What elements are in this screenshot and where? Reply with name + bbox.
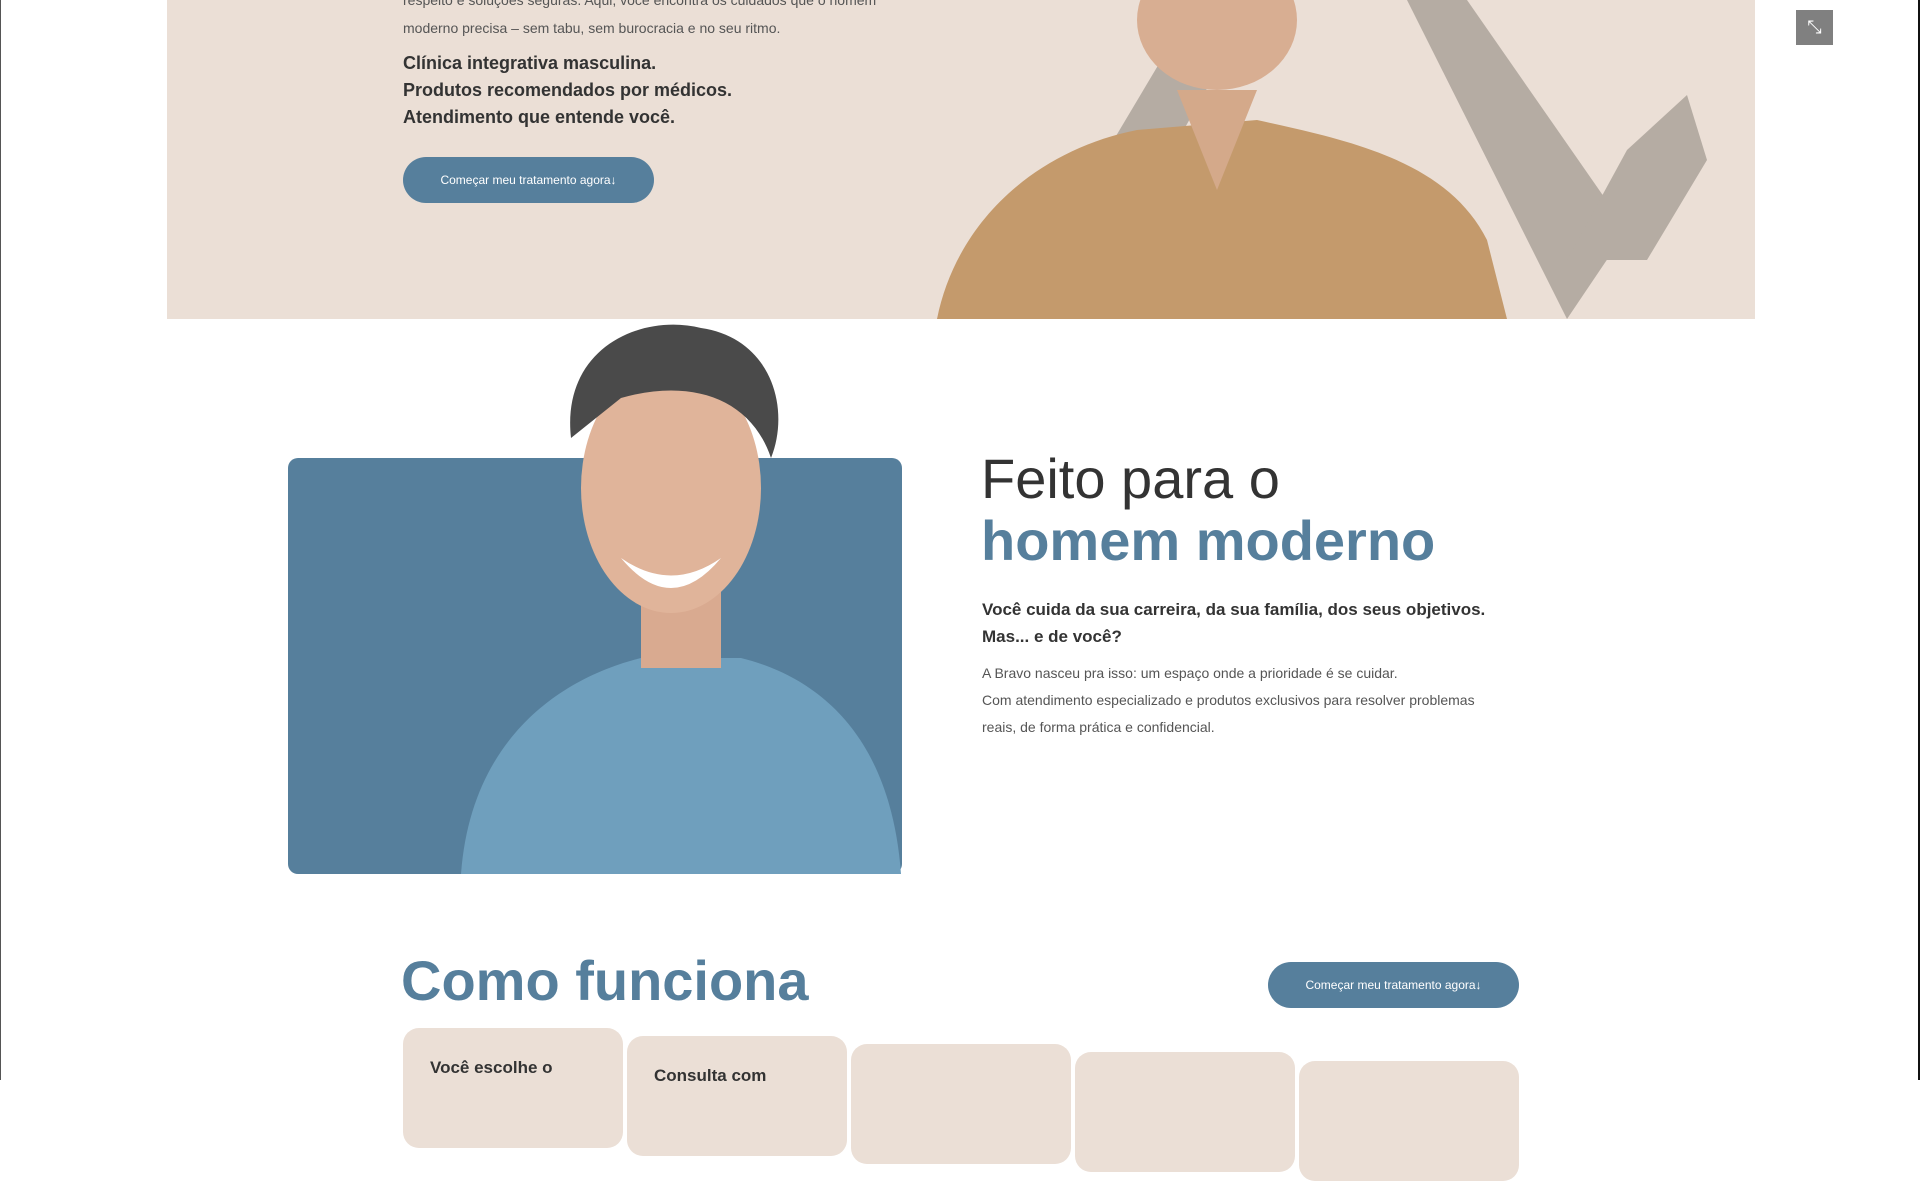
start-treatment-button[interactable]: Começar meu tratamento agora↓ [403, 157, 654, 203]
highlight: Produtos recomendados por médicos. [403, 80, 733, 100]
subtitle-line: Mas... e de você? [982, 627, 1122, 646]
exit-fullscreen-icon[interactable]: ⤡ [1796, 10, 1833, 45]
step-card [1299, 1061, 1519, 1181]
body-line: reais, de forma prática e confidencial. [982, 719, 1215, 735]
body-line: Com atendimento especializado e produtos… [982, 692, 1475, 708]
highlight: Atendimento que entende você. [403, 107, 676, 127]
hero-man-photo [937, 0, 1707, 319]
hero-intro-line: respeito e soluções seguras. Aqui, você … [403, 0, 877, 8]
step-card: Você escolhe o [403, 1028, 623, 1148]
about-body: A Bravo nasceu pra isso: um espaço onde … [982, 660, 1542, 741]
step-card [851, 1044, 1071, 1164]
about-subtitle: Você cuida da sua carreira, da sua famíl… [982, 596, 1485, 650]
how-it-works-title: Como funciona [401, 949, 809, 1012]
subtitle-line: Você cuida da sua carreira, da sua famíl… [982, 600, 1486, 619]
step-card: Consulta com [627, 1036, 847, 1156]
body-line: A Bravo nasceu pra isso: um espaço onde … [982, 665, 1398, 681]
step-card [1075, 1052, 1295, 1172]
about-title-line1: Feito para o [981, 447, 1280, 510]
smiling-man-photo [461, 324, 901, 874]
step-title: Você escolhe o [430, 1058, 553, 1077]
step-title: Consulta com [654, 1066, 767, 1085]
hero-section: respeito e soluções seguras. Aqui, você … [167, 0, 1755, 319]
highlight: Clínica integrativa masculina. [403, 53, 657, 73]
hero-intro-line: moderno precisa – sem tabu, sem burocrac… [403, 20, 781, 36]
about-title-line2: homem moderno [981, 509, 1436, 572]
hero-highlights: Clínica integrativa masculina. Produtos … [403, 50, 732, 131]
start-treatment-button-2[interactable]: Começar meu tratamento agora↓ [1268, 962, 1519, 1008]
